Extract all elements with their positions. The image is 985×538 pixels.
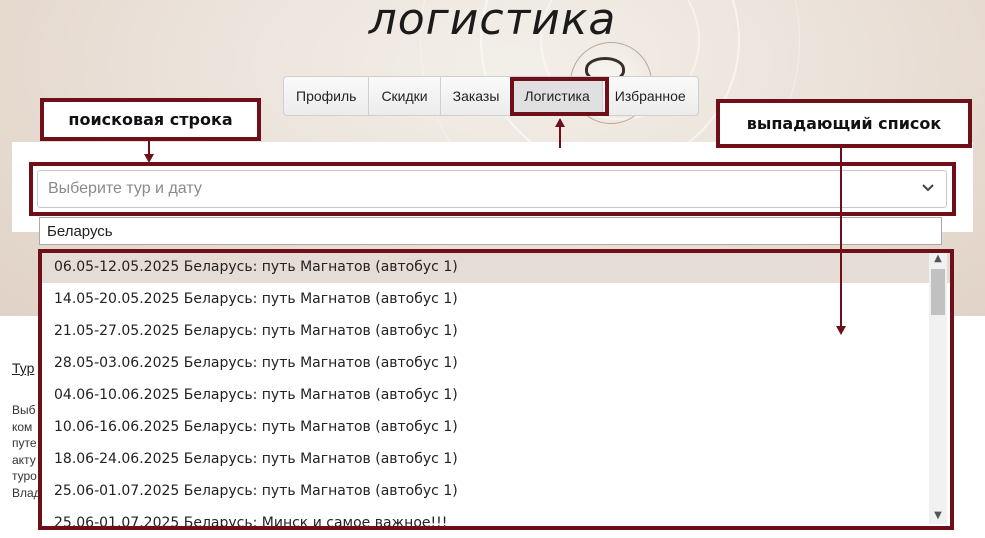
tab-discounts[interactable]: Скидки — [369, 77, 441, 115]
search-input[interactable]: Беларусь — [39, 217, 942, 245]
arrow-line — [559, 126, 561, 148]
search-value: Беларусь — [47, 223, 113, 240]
background-line: Выб — [12, 403, 36, 417]
page-title: логистика — [368, 0, 617, 45]
tab-favorites[interactable]: Избранное — [603, 77, 698, 115]
background-line: Влад — [12, 485, 41, 500]
search-callout: поисковая строка — [40, 98, 261, 141]
arrow-down-icon — [144, 154, 154, 163]
tour-link[interactable]: Тур — [12, 360, 34, 376]
select-highlight — [29, 162, 956, 216]
arrow-line — [840, 148, 842, 328]
background-line: акту — [12, 452, 36, 467]
tab-profile[interactable]: Профиль — [284, 77, 370, 115]
background-line: туро — [12, 469, 37, 483]
dropdown-highlight — [38, 249, 954, 530]
tab-bar: Профиль Скидки Заказы Логистика Избранно… — [283, 76, 699, 116]
dropdown-callout: выпадающий список — [716, 99, 972, 148]
logistics-tab-highlight — [510, 77, 609, 116]
background-paragraph: Выб ком путе акту туро Влад — [12, 402, 41, 501]
background-line: путе — [12, 436, 37, 450]
arrow-down-icon — [836, 326, 846, 335]
arrow-line — [148, 141, 150, 155]
tab-orders[interactable]: Заказы — [441, 77, 513, 115]
background-line: ком — [12, 419, 33, 434]
